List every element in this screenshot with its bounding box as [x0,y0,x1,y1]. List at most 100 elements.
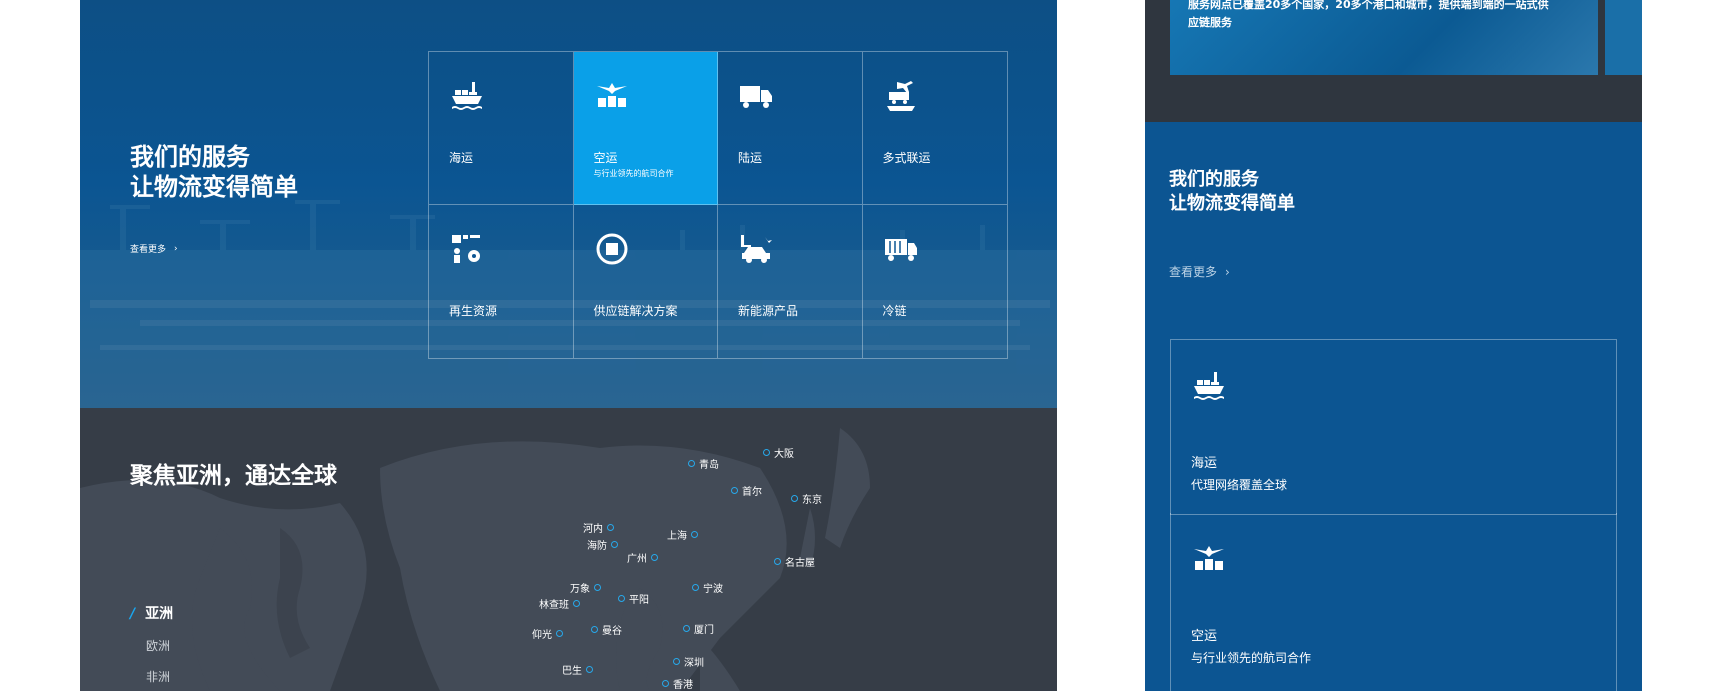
city-label: 宁波 [703,584,723,595]
multimodal-icon [886,81,915,111]
city-marker[interactable]: 香港 [662,676,693,691]
location-dot-icon [594,584,601,591]
service-card-sea[interactable]: 海运 [429,52,574,205]
city-label: 万象 [570,584,590,595]
city-marker[interactable]: 宁波 [692,580,723,595]
service-label: 新能源产品 [738,304,799,318]
mobile-title-line2: 让物流变得简单 [1169,193,1295,214]
banner-image[interactable]: 服务网点已覆盖20多个国家，20多个港口和城市，提供端到端的一站式供 应链服务 [1170,0,1598,75]
city-label: 广州 [627,554,647,565]
city-marker[interactable]: 河内 [583,520,614,535]
location-dot-icon [651,554,658,561]
city-marker[interactable]: 海防 [587,537,618,552]
city-marker[interactable]: 巴生 [562,662,593,677]
city-label: 巴生 [562,666,582,677]
banner-text-line2: 应链服务 [1188,16,1232,29]
banner-text-line1: 服务网点已覆盖20多个国家，20多个港口和城市，提供端到端的一站式供 [1188,0,1549,11]
mobile-service-label: 海运 [1191,456,1218,471]
view-more-link[interactable]: 查看更多 › [130,242,178,256]
location-dot-icon [763,449,770,456]
service-sub: 与行业领先的航司合作 [593,169,674,178]
mobile-view-more-label: 查看更多 [1169,265,1218,279]
location-dot-icon [683,625,690,632]
ev-car-icon [741,235,772,263]
mobile-banner-strip: 服务网点已覆盖20多个国家，20多个港口和城市，提供端到端的一站式供 应链服务 [1145,0,1642,122]
region-tab-africa[interactable]: 非洲 [130,668,173,685]
location-dot-icon [573,600,580,607]
banner-image-next[interactable] [1605,0,1642,75]
city-marker[interactable]: 平阳 [618,591,649,606]
city-marker[interactable]: 仰光 [532,626,563,641]
city-marker[interactable]: 厦门 [683,621,714,636]
city-label: 上海 [667,531,687,542]
chevron-right-icon: › [1225,264,1230,279]
region-tab-europe[interactable]: 欧洲 [130,637,173,654]
mobile-service-sub: 与行业领先的航司合作 [1191,651,1312,665]
mobile-service-label: 空运 [1191,629,1218,644]
location-dot-icon [618,595,625,602]
location-dot-icon [688,460,695,467]
truck-icon [740,86,772,108]
city-marker[interactable]: 深圳 [673,654,704,669]
mobile-service-card-sea[interactable]: 海运 代理网络覆盖全球 [1170,339,1617,515]
city-marker[interactable]: 大阪 [763,445,794,460]
city-marker[interactable]: 广州 [627,550,658,565]
city-marker[interactable]: 万象 [570,580,601,595]
ship-icon [452,82,482,110]
recycle-resources-icon [452,235,480,263]
location-dot-icon [691,531,698,538]
city-label: 平阳 [629,595,649,606]
city-label: 海防 [587,541,607,552]
service-label: 供应链解决方案 [593,304,678,318]
ship-icon [1194,372,1224,400]
city-marker[interactable]: 上海 [667,527,698,542]
services-section: 我们的服务 让物流变得简单 查看更多 › 海运 空运 与行业领先的航司合作 陆运 [80,0,1057,408]
city-label: 大阪 [774,449,794,460]
service-card-recycle[interactable]: 再生资源 [429,205,574,358]
location-dot-icon [611,541,618,548]
service-card-land[interactable]: 陆运 [718,52,863,205]
city-label: 河内 [583,524,603,535]
city-marker[interactable]: 林查班 [539,596,580,611]
location-dot-icon [791,495,798,502]
mobile-service-sub: 代理网络覆盖全球 [1191,478,1288,492]
mobile-service-card-air[interactable]: 空运 与行业领先的航司合作 [1170,513,1617,691]
service-label: 冷链 [882,304,907,318]
supply-chain-icon [596,233,627,265]
location-dot-icon [662,680,669,687]
location-dot-icon [591,626,598,633]
service-label: 空运 [593,151,618,165]
location-dot-icon [731,487,738,494]
service-label: 陆运 [738,151,763,165]
air-cargo-icon [596,83,627,107]
services-title-line1: 我们的服务 [130,143,250,171]
services-title-line2: 让物流变得简单 [130,173,298,201]
desktop-mockup: 我们的服务 让物流变得简单 查看更多 › 海运 空运 与行业领先的航司合作 陆运 [80,0,1057,691]
services-grid: 海运 空运 与行业领先的航司合作 陆运 多式联运 再生资源 供应链解决方案 新能… [428,51,1008,359]
service-card-supply-chain[interactable]: 供应链解决方案 [574,205,718,358]
mobile-view-more-link[interactable]: 查看更多 › [1169,263,1230,280]
service-card-air[interactable]: 空运 与行业领先的航司合作 [573,52,718,205]
location-dot-icon [556,630,563,637]
region-tab-asia[interactable]: 亚洲 [130,603,173,623]
service-card-new-energy[interactable]: 新能源产品 [718,205,863,358]
city-marker[interactable]: 名古屋 [774,554,815,569]
city-label: 香港 [673,680,693,691]
location-dot-icon [692,584,699,591]
location-dot-icon [673,658,680,665]
city-label: 林查班 [539,600,569,611]
mobile-title-line1: 我们的服务 [1169,169,1259,190]
service-card-multimodal[interactable]: 多式联运 [862,52,1007,205]
mobile-services-title: 我们的服务 让物流变得简单 [1169,168,1295,216]
service-label: 海运 [449,151,474,165]
city-marker[interactable]: 东京 [791,491,822,506]
city-marker[interactable]: 首尔 [731,483,762,498]
city-label: 深圳 [684,658,704,669]
city-marker[interactable]: 青岛 [688,456,719,471]
service-card-cold-chain[interactable]: 冷链 [863,205,1008,358]
city-label: 首尔 [742,487,762,498]
city-marker[interactable]: 曼谷 [591,622,622,637]
service-label: 多式联运 [882,151,931,165]
network-title: 聚焦亚洲，通达全球 [130,463,337,489]
location-dot-icon [774,558,781,565]
